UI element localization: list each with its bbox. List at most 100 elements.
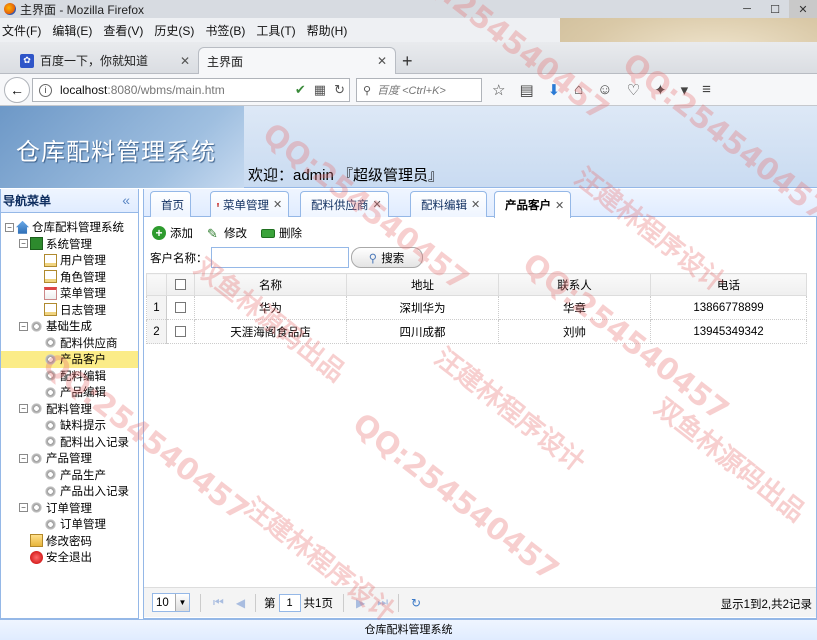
pocket-icon[interactable]: ♡: [627, 81, 640, 99]
column-header-name[interactable]: 名称: [194, 273, 347, 296]
nav-item[interactable]: − 产品管理: [1, 450, 138, 467]
nav-item[interactable]: 日志管理: [1, 302, 138, 319]
home-icon[interactable]: ⌂: [574, 81, 583, 99]
chevron-down-icon[interactable]: ▼: [175, 594, 189, 611]
new-tab-icon[interactable]: +: [402, 51, 413, 72]
nav-item[interactable]: 产品出入记录: [1, 483, 138, 500]
menu-view[interactable]: 查看(V): [103, 22, 143, 39]
nav-item[interactable]: 角色管理: [1, 269, 138, 286]
row-checkbox-cell[interactable]: [166, 295, 195, 320]
menu-history[interactable]: 历史(S): [154, 22, 194, 39]
back-icon[interactable]: ←: [4, 76, 30, 103]
collapse-left-icon[interactable]: «: [122, 192, 130, 208]
nav-item[interactable]: 产品编辑: [1, 384, 138, 401]
gear-icon: [30, 501, 43, 515]
collapse-toggle-icon[interactable]: −: [19, 404, 28, 414]
search-button[interactable]: ⚲ 搜索: [350, 247, 423, 268]
nav-item-label: 缺料提示: [60, 420, 106, 433]
nav-item[interactable]: 产品客户: [1, 351, 138, 368]
url-bar[interactable]: i localhost:8080/wbms/main.htm ✔ ▦ ↻: [32, 78, 350, 102]
nav-item[interactable]: − 配料管理: [1, 401, 138, 418]
delete-button[interactable]: 删除: [261, 225, 302, 241]
row-checkbox[interactable]: [175, 325, 186, 337]
nav-item[interactable]: − 仓库配料管理系统: [1, 219, 138, 236]
close-tab-icon[interactable]: ✕: [555, 199, 564, 212]
page-size-select[interactable]: 10 ▼: [152, 593, 190, 612]
nav-item[interactable]: 产品生产: [1, 467, 138, 484]
hamburger-menu-icon[interactable]: ≡: [702, 81, 711, 99]
nav-item[interactable]: − 订单管理: [1, 500, 138, 517]
minimize-icon[interactable]: ─: [733, 0, 761, 18]
collapse-toggle-icon[interactable]: −: [19, 503, 28, 513]
menu-file[interactable]: 文件(F): [2, 22, 41, 39]
select-all-checkbox[interactable]: [175, 278, 186, 290]
content-tab[interactable]: 首页: [150, 191, 191, 217]
qr-icon[interactable]: ▦: [314, 82, 326, 98]
close-tab-icon[interactable]: ✕: [471, 198, 480, 211]
collapse-toggle-icon[interactable]: −: [19, 453, 28, 463]
add-button[interactable]: + 添加: [152, 225, 193, 241]
shield-icon[interactable]: ✔: [295, 82, 306, 98]
column-header-address[interactable]: 地址: [346, 273, 499, 296]
info-icon[interactable]: i: [39, 83, 52, 97]
content-tab[interactable]: 菜单管理 ✕: [210, 191, 290, 217]
close-tab-icon[interactable]: ✕: [373, 198, 382, 211]
collapse-toggle-icon[interactable]: −: [5, 222, 14, 232]
nav-item[interactable]: 配料出入记录: [1, 434, 138, 451]
column-header-phone[interactable]: 电话: [650, 273, 807, 296]
more-arrow-icon[interactable]: ▾: [681, 81, 689, 99]
menu-help[interactable]: 帮助(H): [307, 22, 348, 39]
menu-edit[interactable]: 编辑(E): [52, 22, 92, 39]
table-row[interactable]: 1 华为 深圳华为 华章 13866778899: [146, 295, 807, 320]
chat-icon[interactable]: ☺: [597, 81, 612, 99]
column-header-contact[interactable]: 联系人: [498, 273, 651, 296]
content-tab[interactable]: 配料编辑 ✕: [410, 191, 488, 217]
reading-list-icon[interactable]: ▤: [519, 81, 533, 99]
browser-tab-baidu[interactable]: ✿ 百度一下，你就知道 ✕: [12, 47, 198, 74]
close-tab-icon[interactable]: ✕: [377, 54, 387, 68]
collapse-toggle-icon[interactable]: −: [19, 321, 28, 331]
search-bar[interactable]: ⚲ 百度 <Ctrl+K>: [356, 78, 482, 102]
page-icon: [44, 270, 57, 284]
extension-icon[interactable]: ✦: [654, 81, 667, 99]
content-tab[interactable]: 产品客户 ✕: [494, 191, 572, 218]
reload-icon[interactable]: ↻: [334, 82, 345, 98]
select-all-header[interactable]: [166, 273, 195, 296]
nav-item[interactable]: 菜单管理: [1, 285, 138, 302]
refresh-icon[interactable]: ↻: [411, 596, 421, 610]
menu-tools[interactable]: 工具(T): [256, 22, 295, 39]
row-checkbox[interactable]: [175, 301, 186, 313]
customer-name-input[interactable]: [210, 247, 349, 268]
row-checkbox-cell[interactable]: [166, 319, 195, 344]
first-page-icon[interactable]: ⏮: [213, 595, 224, 610]
book-icon: [30, 237, 43, 251]
close-tab-icon[interactable]: ✕: [180, 54, 190, 68]
download-icon[interactable]: ⬇: [548, 81, 561, 99]
menu-bookmarks[interactable]: 书签(B): [205, 22, 245, 39]
nav-item[interactable]: − 系统管理: [1, 236, 138, 253]
row-number: 1: [146, 295, 167, 320]
nav-item[interactable]: 配料编辑: [1, 368, 138, 385]
nav-item[interactable]: 用户管理: [1, 252, 138, 269]
last-page-icon[interactable]: ⏭: [377, 595, 388, 610]
next-page-icon[interactable]: ▶: [356, 596, 365, 610]
nav-item[interactable]: 缺料提示: [1, 417, 138, 434]
app-title: 仓库配料管理系统: [16, 138, 216, 166]
bookmark-star-icon[interactable]: ☆: [492, 81, 505, 99]
maximize-icon[interactable]: ☐: [761, 0, 789, 18]
edit-button[interactable]: ✎ 修改: [207, 225, 247, 241]
nav-item[interactable]: 订单管理: [1, 516, 138, 533]
browser-tab-main[interactable]: 主界面 ✕: [198, 47, 396, 74]
close-window-icon[interactable]: ✕: [789, 0, 817, 18]
close-tab-icon[interactable]: ✕: [273, 198, 282, 211]
content-tab[interactable]: 配料供应商 ✕: [300, 191, 389, 217]
prev-page-icon[interactable]: ◀: [236, 596, 245, 610]
nav-item[interactable]: 修改密码: [1, 533, 138, 550]
nav-item[interactable]: 安全退出: [1, 549, 138, 566]
nav-item[interactable]: − 基础生成: [1, 318, 138, 335]
collapse-toggle-icon[interactable]: −: [19, 239, 28, 249]
nav-item[interactable]: 配料供应商: [1, 335, 138, 352]
table-row[interactable]: 2 天涯海阁食品店 四川成都 刘帅 13945349342: [146, 319, 807, 344]
delete-icon: [261, 228, 275, 238]
page-number-input[interactable]: 1: [278, 593, 301, 612]
